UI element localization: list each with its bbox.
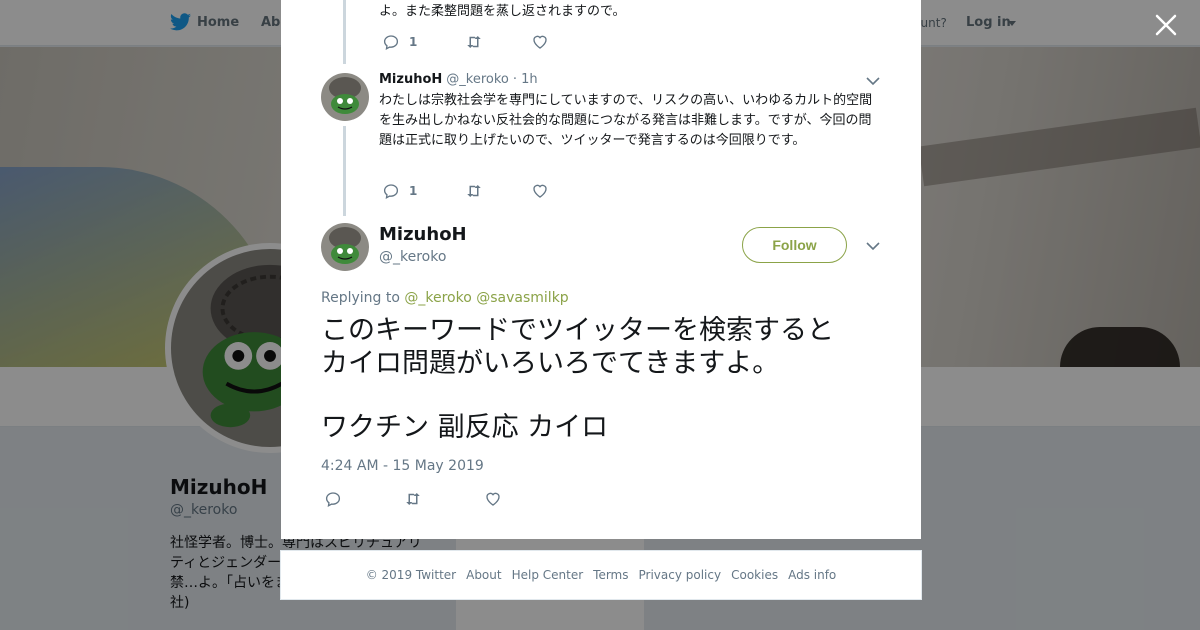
tweet-text-line: ワクチン 副反応 カイロ bbox=[321, 412, 609, 443]
reply-count: 1 bbox=[409, 35, 418, 49]
retweet-button[interactable] bbox=[465, 182, 483, 200]
chevron-down-icon[interactable] bbox=[866, 76, 880, 86]
footer-help-link[interactable]: Help Center bbox=[512, 568, 584, 582]
footer-cookies-link[interactable]: Cookies bbox=[731, 568, 778, 582]
reply-icon bbox=[383, 184, 399, 199]
reply-button[interactable]: 1 bbox=[382, 182, 417, 200]
replying-to: Replying to @_keroko @savasmilkp bbox=[321, 290, 569, 306]
chevron-down-icon[interactable] bbox=[1008, 21, 1016, 26]
nav-home-link[interactable]: Home bbox=[197, 15, 239, 30]
footer-copyright: © 2019 Twitter bbox=[365, 568, 457, 582]
thread-line bbox=[343, 126, 346, 216]
main-tweet-actions bbox=[324, 490, 550, 508]
footer-privacy-link[interactable]: Privacy policy bbox=[639, 568, 722, 582]
login-link[interactable]: Log in bbox=[966, 15, 1011, 30]
heart-icon bbox=[533, 184, 548, 198]
replying-mentions[interactable]: @_keroko @savasmilkp bbox=[404, 290, 568, 306]
reply-tweet-actions: 1 bbox=[382, 182, 597, 200]
reply-tweet-text: わたしは宗教社会学を専門にしていますので、リスクの高い、いわゆるカルト的空間を生… bbox=[379, 93, 873, 148]
prev-tweet-actions: 1 bbox=[382, 33, 597, 51]
retweet-icon bbox=[467, 185, 482, 197]
retweet-icon bbox=[467, 36, 482, 48]
footer-terms-link[interactable]: Terms bbox=[593, 568, 628, 582]
reply-button[interactable] bbox=[324, 490, 342, 508]
main-tweet-timestamp[interactable]: 4:24 AM - 15 May 2019 bbox=[321, 458, 484, 474]
main-tweet-text: このキーワードでツイッターを検索すると カイロ問題がいろいろでてきますよ。 ワク… bbox=[321, 314, 881, 444]
retweet-button[interactable] bbox=[404, 490, 422, 508]
close-icon[interactable] bbox=[1154, 13, 1178, 37]
reply-icon bbox=[325, 492, 341, 507]
reply-count: 1 bbox=[409, 184, 418, 198]
tweet-text-line: カイロ問題がいろいろでてきますよ。 bbox=[321, 348, 780, 379]
profile-handle: @_keroko bbox=[170, 502, 238, 518]
thread-line bbox=[343, 0, 346, 64]
chevron-down-icon[interactable] bbox=[866, 241, 880, 251]
reply-author-name[interactable]: MizuhoH bbox=[379, 72, 442, 87]
profile-name: MizuhoH bbox=[170, 475, 268, 499]
retweet-icon bbox=[406, 493, 420, 505]
heart-icon bbox=[533, 35, 548, 49]
prev-tweet-text: よ。また柔整問題を蒸し返されますので。 bbox=[379, 4, 626, 19]
modal-footer: © 2019 Twitter About Help Center Terms P… bbox=[280, 550, 922, 600]
tweet-permalink-modal: よ。また柔整問題を蒸し返されますので。 1 MizuhoH @_keroko · 1… bbox=[281, 0, 921, 539]
follow-button[interactable]: Follow bbox=[742, 227, 847, 263]
main-tweet-avatar[interactable] bbox=[321, 223, 369, 271]
tweet-text-line: このキーワードでツイッターを検索すると bbox=[321, 315, 834, 346]
replying-prefix: Replying to bbox=[321, 290, 400, 306]
like-button[interactable] bbox=[484, 490, 502, 508]
twitter-bird-icon[interactable] bbox=[170, 13, 191, 31]
reply-timestamp[interactable]: · 1h bbox=[513, 72, 538, 87]
retweet-button[interactable] bbox=[465, 33, 483, 51]
main-tweet-author-name[interactable]: MizuhoH bbox=[379, 224, 467, 245]
reply-author-handle[interactable]: @_keroko bbox=[446, 72, 509, 87]
heart-icon bbox=[486, 492, 500, 506]
reply-header: MizuhoH @_keroko · 1h bbox=[379, 72, 538, 87]
main-tweet-author-handle[interactable]: @_keroko bbox=[379, 249, 446, 265]
footer-ads-link[interactable]: Ads info bbox=[788, 568, 836, 582]
footer-about-link[interactable]: About bbox=[466, 568, 501, 582]
reply-icon bbox=[383, 35, 399, 50]
like-button[interactable] bbox=[531, 182, 549, 200]
reply-avatar[interactable] bbox=[321, 73, 369, 121]
reply-button[interactable]: 1 bbox=[382, 33, 417, 51]
like-button[interactable] bbox=[531, 33, 549, 51]
